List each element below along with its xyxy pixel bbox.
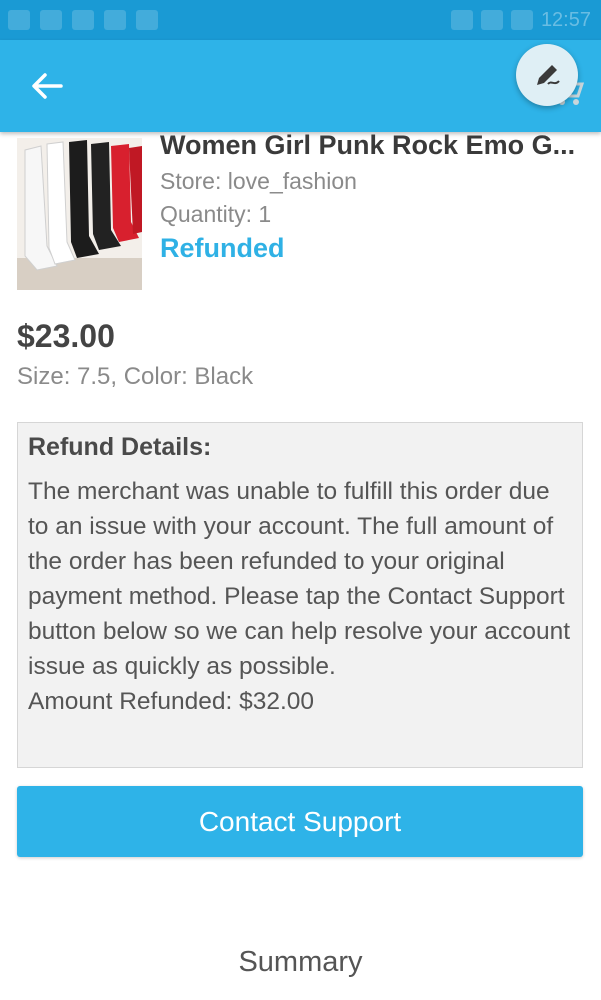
boots-image	[17, 138, 142, 290]
app-bar	[0, 40, 601, 132]
summary-heading: Summary	[238, 946, 363, 978]
refund-amount: Amount Refunded: $32.00	[28, 688, 315, 715]
refund-details-title: Refund Details:	[28, 433, 212, 461]
store-name: Store: love_fashion	[160, 168, 357, 194]
order-status: Refunded	[160, 233, 285, 263]
clock: 12:57	[540, 8, 591, 31]
facebook-icon	[8, 10, 30, 30]
refund-details-box: Refund Details: The merchant was unable …	[17, 422, 583, 768]
price: $23.00	[17, 318, 115, 354]
product-title: Women Girl Punk Rock Emo G...	[160, 132, 576, 158]
app-icon	[136, 10, 158, 30]
signal-icon	[510, 10, 533, 30]
status-bar: 12:57	[0, 0, 601, 40]
heart-icon	[72, 10, 94, 30]
edit-button[interactable]	[516, 44, 578, 106]
facebook-icon	[40, 10, 62, 30]
wifi-icon	[480, 10, 503, 30]
back-arrow-icon	[32, 73, 63, 99]
notification-icons	[0, 10, 158, 30]
contact-support-button[interactable]: Contact Support	[17, 786, 583, 857]
product-thumbnail	[17, 138, 142, 290]
edit-pen-icon	[537, 65, 560, 85]
product-card[interactable]: Women Girl Punk Rock Emo G... Store: lov…	[17, 132, 587, 294]
quantity: Quantity: 1	[160, 201, 272, 227]
refund-message: The merchant was unable to fulfill this …	[28, 478, 571, 680]
location-icon	[450, 10, 473, 30]
back-button[interactable]	[22, 64, 72, 108]
variant-details: Size: 7.5, Color: Black	[17, 363, 254, 390]
clipboard-icon	[104, 10, 126, 30]
